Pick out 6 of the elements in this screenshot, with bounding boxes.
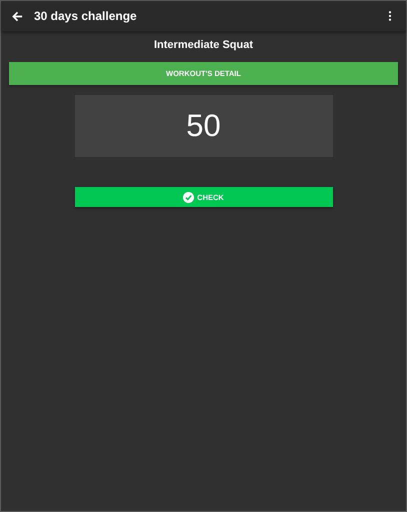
more-menu-icon[interactable] xyxy=(388,11,392,21)
check-circle-icon xyxy=(183,192,194,202)
back-arrow-icon[interactable] xyxy=(12,10,23,22)
count-display: 50 xyxy=(74,95,332,157)
workout-name: Intermediate Squat xyxy=(154,39,254,51)
app-title: 30 days challenge xyxy=(34,9,138,23)
